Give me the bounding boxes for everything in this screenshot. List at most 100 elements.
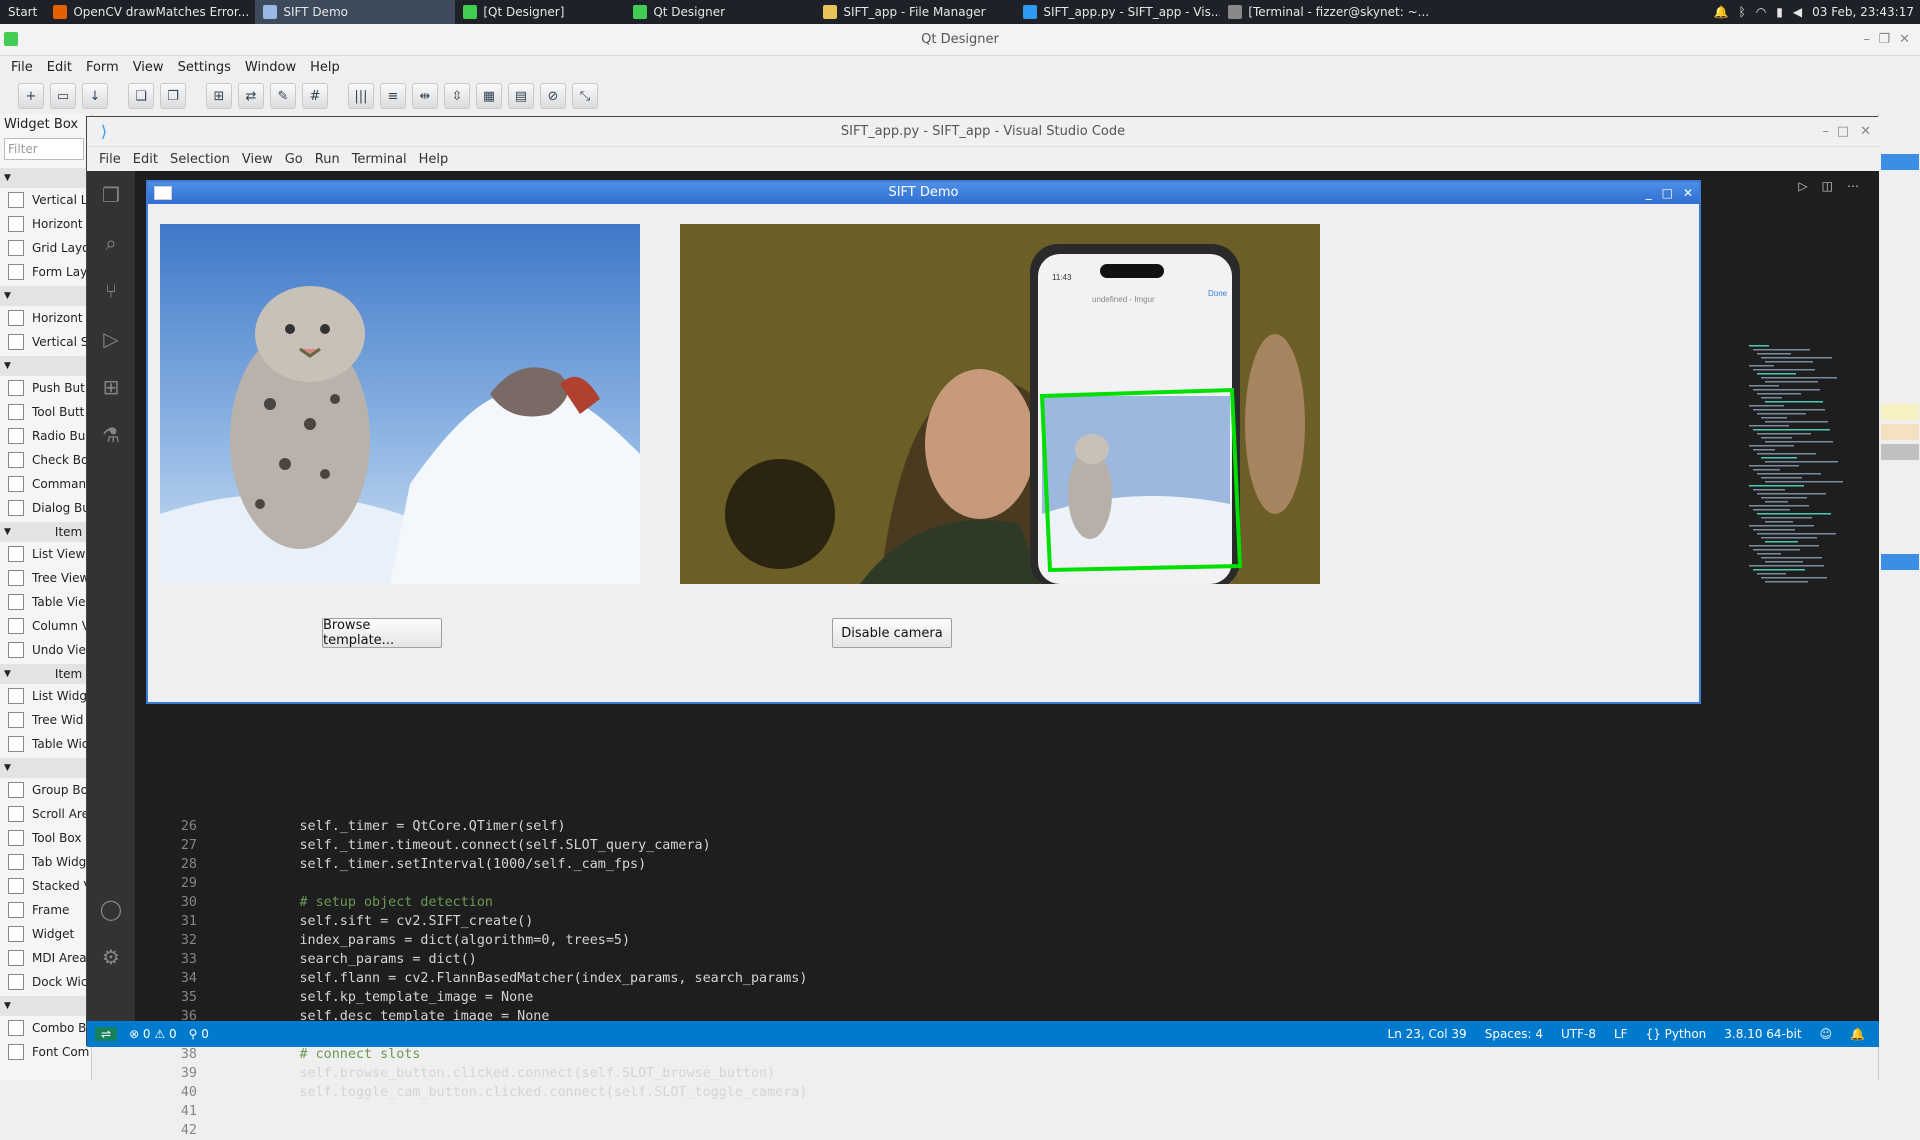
chevron-down-icon[interactable]: ▼ bbox=[4, 361, 11, 371]
widget-item[interactable]: Vertical S bbox=[0, 330, 91, 354]
maximize-icon[interactable]: □ bbox=[1662, 182, 1673, 204]
maximize-icon[interactable]: ❐ bbox=[1878, 24, 1890, 56]
menu-file[interactable]: File bbox=[93, 152, 127, 167]
menu-run[interactable]: Run bbox=[309, 152, 346, 167]
close-icon[interactable]: ✕ bbox=[1860, 117, 1871, 147]
taskbar-item[interactable]: Qt Designer bbox=[625, 0, 815, 24]
more-actions-icon[interactable]: ⋯ bbox=[1847, 179, 1859, 193]
chevron-down-icon[interactable]: ▼ bbox=[4, 669, 11, 679]
widget-category-header[interactable]: ▼ Item bbox=[0, 664, 91, 684]
code-line[interactable]: 34 self.flann = cv2.FlannBasedMatcher(in… bbox=[135, 969, 1835, 988]
search-icon[interactable]: ⌕ bbox=[87, 219, 135, 267]
widget-item[interactable]: Radio Bu bbox=[0, 424, 91, 448]
menu-help[interactable]: Help bbox=[303, 60, 347, 75]
menu-selection[interactable]: Selection bbox=[164, 152, 236, 167]
widget-item[interactable]: Tool Butt bbox=[0, 400, 91, 424]
edit-tab-order-icon[interactable]: # bbox=[302, 83, 328, 109]
widget-item[interactable]: Stacked V bbox=[0, 874, 91, 898]
code-line[interactable]: 27 self._timer.timeout.connect(self.SLOT… bbox=[135, 836, 1835, 855]
extensions-icon[interactable]: ⊞ bbox=[87, 363, 135, 411]
cursor-position[interactable]: Ln 23, Col 39 bbox=[1388, 1027, 1467, 1041]
widget-item[interactable]: Tool Box bbox=[0, 826, 91, 850]
widget-item[interactable]: Font Com bbox=[0, 1040, 91, 1064]
widget-filter-input[interactable]: Filter bbox=[4, 138, 84, 160]
code-line[interactable]: 41 bbox=[135, 1102, 1835, 1121]
battery-icon[interactable]: ▮ bbox=[1776, 5, 1783, 19]
widget-item[interactable]: Dock Wic bbox=[0, 970, 91, 994]
language-mode[interactable]: {} Python bbox=[1646, 1027, 1707, 1041]
widget-item[interactable]: Widget bbox=[0, 922, 91, 946]
widget-item[interactable]: MDI Area bbox=[0, 946, 91, 970]
code-line[interactable]: 30 # setup object detection bbox=[135, 893, 1835, 912]
save-icon[interactable]: ↓ bbox=[82, 83, 108, 109]
code-line[interactable]: 33 search_params = dict() bbox=[135, 950, 1835, 969]
maximize-icon[interactable]: □ bbox=[1837, 117, 1849, 147]
widget-item[interactable]: List View bbox=[0, 542, 91, 566]
widget-item[interactable]: Tab Widg bbox=[0, 850, 91, 874]
widget-item[interactable]: Vertical L bbox=[0, 188, 91, 212]
widget-item[interactable]: Check Bo bbox=[0, 448, 91, 472]
chevron-down-icon[interactable]: ▼ bbox=[4, 527, 11, 537]
layout-horizontal-icon[interactable]: ||| bbox=[348, 83, 374, 109]
menu-terminal[interactable]: Terminal bbox=[346, 152, 413, 167]
widget-category-header[interactable]: ▼ bbox=[0, 758, 91, 778]
widget-category-header[interactable]: ▼ Item bbox=[0, 522, 91, 542]
widget-category-header[interactable]: ▼ bbox=[0, 356, 91, 376]
ports-indicator[interactable]: ⚲ 0 bbox=[189, 1027, 209, 1041]
chevron-down-icon[interactable]: ▼ bbox=[4, 1001, 11, 1011]
split-editor-icon[interactable]: ◫ bbox=[1822, 179, 1833, 193]
new-form-icon[interactable]: + bbox=[18, 83, 44, 109]
menu-settings[interactable]: Settings bbox=[171, 60, 238, 75]
browse-template-button[interactable]: Browse template... bbox=[322, 618, 442, 648]
layout-form-icon[interactable]: ▤ bbox=[508, 83, 534, 109]
accounts-status-icon[interactable]: ☺ bbox=[1820, 1027, 1833, 1041]
run-debug-icon[interactable]: ▷ bbox=[87, 315, 135, 363]
accounts-icon[interactable]: ◯ bbox=[87, 885, 135, 933]
wifi-icon[interactable]: ◠ bbox=[1756, 5, 1766, 19]
widget-item[interactable]: Frame bbox=[0, 898, 91, 922]
minimap[interactable] bbox=[1745, 345, 1865, 585]
widget-item[interactable]: Dialog Bu bbox=[0, 496, 91, 520]
widget-item[interactable]: Undo Vie bbox=[0, 638, 91, 662]
widget-item[interactable]: Column V bbox=[0, 614, 91, 638]
open-folder-icon[interactable]: ▭ bbox=[50, 83, 76, 109]
notifications-icon[interactable]: 🔔 bbox=[1850, 1027, 1865, 1041]
taskbar-item[interactable]: OpenCV drawMatches Error... bbox=[45, 0, 255, 24]
explorer-icon[interactable]: ❐ bbox=[87, 171, 135, 219]
widget-item[interactable]: Scroll Are bbox=[0, 802, 91, 826]
widget-item[interactable]: Form Lay bbox=[0, 260, 91, 284]
source-control-icon[interactable]: ⑂ bbox=[87, 267, 135, 315]
menu-file[interactable]: File bbox=[4, 60, 40, 75]
widget-item[interactable]: Table Wic bbox=[0, 732, 91, 756]
widget-item[interactable]: Combo B bbox=[0, 1016, 91, 1040]
widget-category-header[interactable]: ▼ bbox=[0, 286, 91, 306]
bell-icon[interactable]: 🔔 bbox=[1714, 5, 1729, 19]
run-python-icon[interactable]: ▷ bbox=[1798, 179, 1807, 193]
widget-item[interactable]: Table Vie bbox=[0, 590, 91, 614]
widget-item[interactable]: Tree View bbox=[0, 566, 91, 590]
widget-item[interactable]: Group Bo bbox=[0, 778, 91, 802]
edit-widgets-icon[interactable]: ⊞ bbox=[206, 83, 232, 109]
widget-item[interactable]: Push But bbox=[0, 376, 91, 400]
python-interpreter[interactable]: 3.8.10 64-bit bbox=[1724, 1027, 1801, 1041]
code-line[interactable]: 29 bbox=[135, 874, 1835, 893]
minimize-icon[interactable]: – bbox=[1864, 24, 1871, 56]
layout-vertical-icon[interactable]: ≡ bbox=[380, 83, 406, 109]
code-line[interactable]: 39 self.browse_button.clicked.connect(se… bbox=[135, 1064, 1835, 1083]
close-icon[interactable]: ✕ bbox=[1683, 182, 1693, 204]
code-line[interactable]: 28 self._timer.setInterval(1000/self._ca… bbox=[135, 855, 1835, 874]
menu-view[interactable]: View bbox=[126, 60, 171, 75]
menu-edit[interactable]: Edit bbox=[40, 60, 79, 75]
property-row[interactable] bbox=[1881, 444, 1919, 460]
code-line[interactable]: 31 self.sift = cv2.SIFT_create() bbox=[135, 912, 1835, 931]
layout-v-splitter-icon[interactable]: ⇳ bbox=[444, 83, 470, 109]
edit-signals-icon[interactable]: ⇄ bbox=[238, 83, 264, 109]
widget-category-header[interactable]: ▼ bbox=[0, 168, 91, 188]
break-layout-icon[interactable]: ⊘ bbox=[540, 83, 566, 109]
widget-item[interactable]: Horizont bbox=[0, 306, 91, 330]
menu-view[interactable]: View bbox=[236, 152, 279, 167]
code-line[interactable]: 32 index_params = dict(algorithm=0, tree… bbox=[135, 931, 1835, 950]
widget-category-header[interactable]: ▼ bbox=[0, 996, 91, 1016]
widget-item[interactable]: Tree Wid bbox=[0, 708, 91, 732]
taskbar-item[interactable]: [Terminal - fizzer@skynet: ~... bbox=[1220, 0, 1430, 24]
